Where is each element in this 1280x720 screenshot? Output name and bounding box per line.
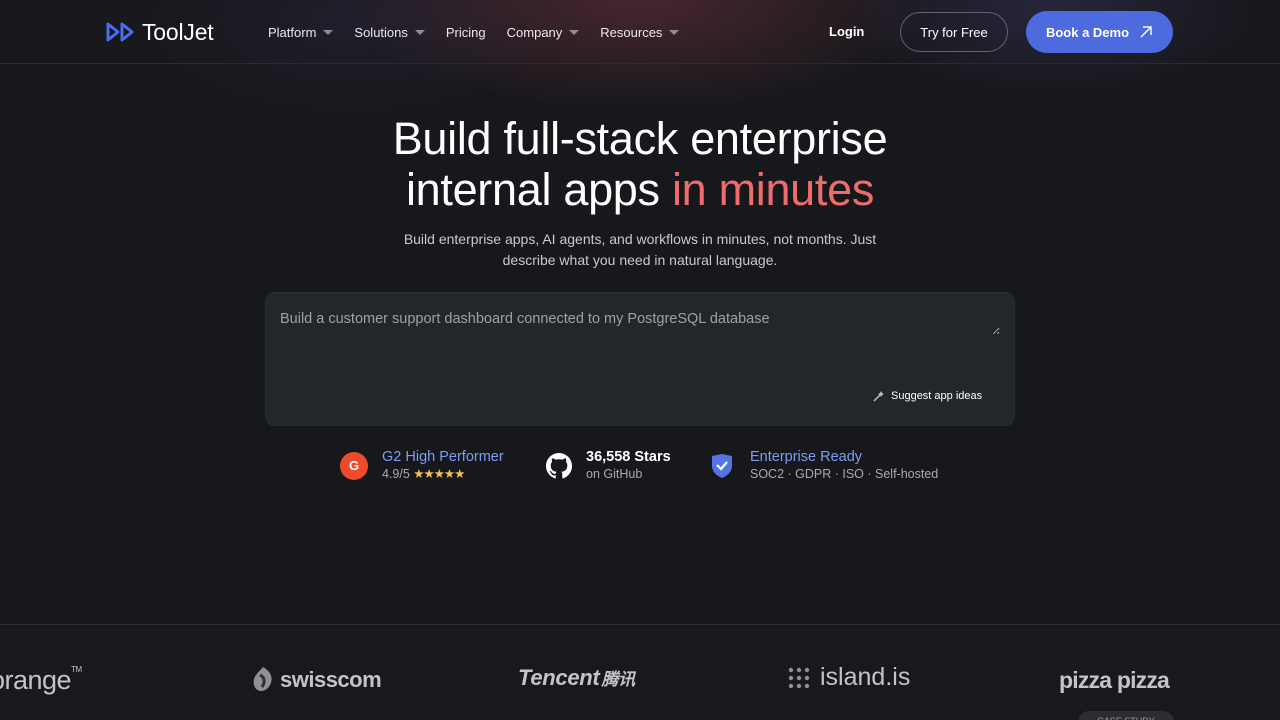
login-link[interactable]: Login — [829, 24, 864, 39]
hero-title: Build full-stack enterprise internal app… — [0, 113, 1280, 215]
github-subtitle: on GitHub — [586, 467, 643, 481]
suggest-app-ideas-button[interactable]: Suggest app ideas — [873, 390, 982, 402]
nav-item-platform[interactable]: Platform — [268, 22, 334, 42]
orange-tm: TM — [71, 665, 82, 674]
suggest-label: Suggest app ideas — [891, 390, 983, 402]
tencent-logo: Tencent 腾讯 — [518, 665, 635, 691]
tooljet-chevrons-icon — [106, 22, 134, 42]
g2-icon: G — [340, 451, 368, 480]
github-badge[interactable]: 36,558 Stars on GitHub — [546, 448, 671, 483]
arrow-up-right-icon — [1140, 26, 1152, 38]
tooljet-logo[interactable]: ToolJet — [106, 18, 214, 45]
nav-item-label: Solutions — [354, 24, 408, 40]
chevron-down-icon — [323, 29, 334, 35]
hero-title-line1: Build full-stack enterprise — [392, 113, 888, 164]
nav-item-solutions[interactable]: Solutions — [354, 22, 425, 42]
g2-title: G2 High Performer — [382, 449, 504, 465]
island-logo: island.is — [788, 663, 910, 692]
orange-logo-text: orange — [0, 665, 72, 695]
tencent-logo-text: Tencent — [518, 665, 600, 690]
nav-item-label: Platform — [268, 24, 317, 40]
g2-badge[interactable]: G G2 High Performer 4.9/5 ★★★★★ — [340, 448, 504, 483]
nav-item-label: Pricing — [445, 24, 486, 40]
enterprise-badge[interactable]: Enterprise Ready SOC2 · GDPR · ISO · Sel… — [710, 448, 938, 483]
magic-wand-icon — [873, 391, 884, 402]
book-demo-button[interactable]: Book a Demo — [1026, 11, 1173, 53]
tencent-logo-cn: 腾讯 — [601, 670, 635, 689]
nav-item-company[interactable]: Company — [507, 22, 580, 42]
main-menu: Platform Solutions Pricing Company Resou… — [268, 22, 700, 42]
swisscom-logo-text: swisscom — [280, 667, 382, 692]
prompt-box: Suggest app ideas — [265, 292, 1015, 426]
nav-item-pricing[interactable]: Pricing — [446, 22, 486, 42]
swisscom-logo: swisscom — [250, 665, 382, 695]
hero-title-line2: internal apps — [405, 164, 672, 215]
hero-subtitle: Build enterprise apps, AI agents, and wo… — [403, 231, 877, 268]
swisscom-mark-icon — [253, 667, 272, 691]
pizza-logo-text: pizza pizza — [1059, 667, 1170, 693]
try-for-free-button[interactable]: Try for Free — [900, 12, 1008, 52]
case-study-pill[interactable]: CASE STUDY — [1078, 711, 1174, 720]
orange-logo: orangeTM — [0, 665, 82, 696]
g2-rating: 4.9/5 — [382, 467, 410, 481]
island-dots-icon — [788, 667, 810, 688]
nav-item-resources[interactable]: Resources — [600, 22, 680, 42]
rating-stars-icon: ★★★★★ — [413, 467, 465, 481]
customer-logos-strip: orangeTM swisscom Tencent腾讯 island.is pi… — [0, 624, 1280, 720]
nav-item-label: Company — [506, 24, 563, 40]
logo-text: ToolJet — [142, 18, 214, 45]
chevron-down-icon — [669, 29, 680, 35]
book-demo-label: Book a Demo — [1045, 24, 1130, 40]
hero-title-accent: in minutes — [671, 164, 875, 215]
island-logo-text: island.is — [820, 663, 911, 691]
nav-item-label: Resources — [600, 24, 663, 40]
github-stars-count: 36,558 Stars — [586, 449, 671, 465]
top-nav: ToolJet Platform Solutions Pricing Compa… — [0, 0, 1280, 64]
enterprise-subtitle: SOC2 · GDPR · ISO · Self-hosted — [750, 467, 939, 481]
shield-check-icon — [712, 453, 732, 478]
enterprise-title: Enterprise Ready — [750, 449, 863, 465]
prompt-input[interactable] — [280, 311, 1000, 335]
github-icon — [546, 452, 572, 478]
chevron-down-icon — [414, 29, 425, 35]
chevron-down-icon — [569, 29, 580, 35]
pizza-pizza-logo: pizza pizza — [1059, 667, 1170, 694]
